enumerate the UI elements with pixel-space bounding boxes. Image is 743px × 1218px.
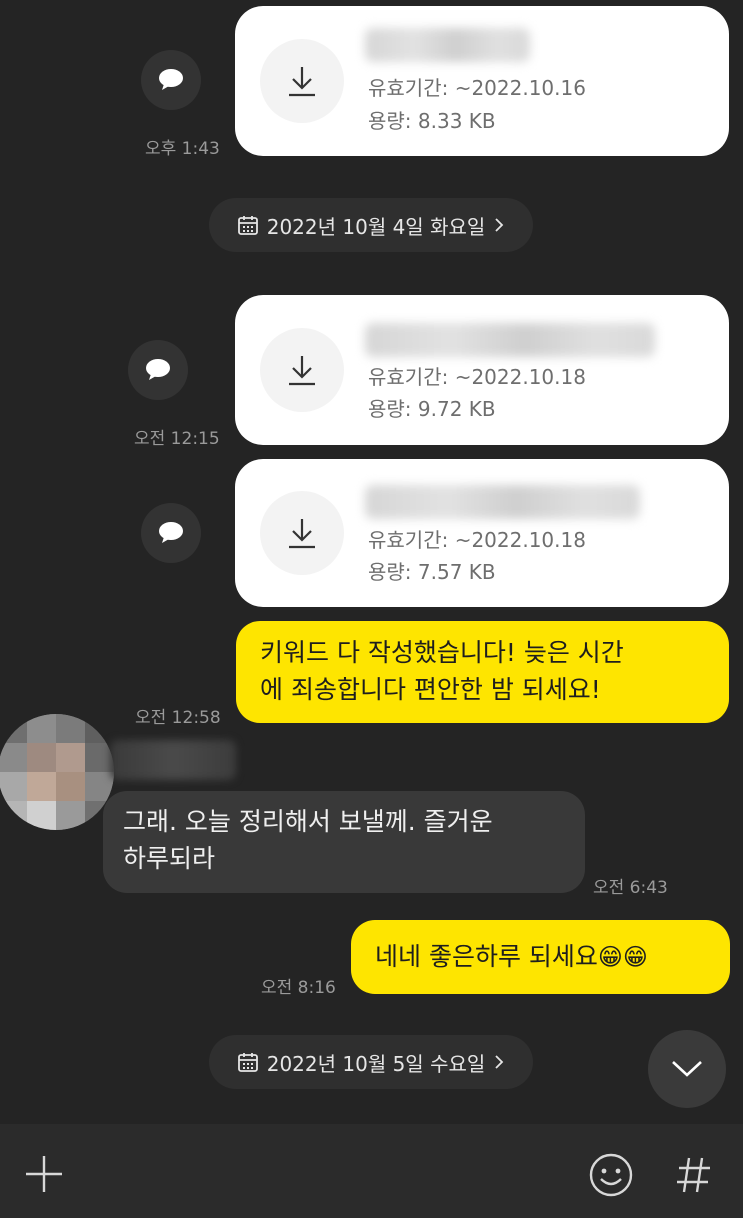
- file-message-card[interactable]: 유효기간: ~2022.10.18 용량: 7.57 KB: [235, 459, 729, 607]
- scroll-to-bottom-button[interactable]: [648, 1030, 726, 1108]
- message-line: 키워드 다 작성했습니다! 늦은 시간: [260, 638, 624, 667]
- message-line: 하루되라: [123, 844, 216, 873]
- message-time: 오전 6:43: [593, 878, 668, 898]
- input-bar: [0, 1124, 743, 1218]
- share-button[interactable]: [141, 503, 201, 563]
- sender-name-redacted: [110, 740, 236, 780]
- hashtag-button[interactable]: [674, 1154, 714, 1196]
- message-time: 오전 12:15: [134, 429, 220, 449]
- date-text: 2022년 10월 4일 화요일: [266, 214, 486, 239]
- calendar-icon: [237, 216, 258, 235]
- hashtag-icon: [677, 1157, 710, 1193]
- message-text: 네네 좋은하루 되세요: [375, 942, 598, 971]
- chevron-right-icon: [495, 218, 504, 232]
- download-icon: [289, 67, 315, 97]
- emoji: 😁😁: [597, 943, 648, 971]
- avatar-mosaic: [0, 714, 114, 830]
- download-button[interactable]: [260, 491, 344, 575]
- file-size: 용량: 9.72 KB: [368, 397, 496, 421]
- message-line: 에 죄송합니다 편안한 밤 되세요!: [260, 675, 601, 704]
- file-message-card[interactable]: 유효기간: ~2022.10.18 용량: 9.72 KB: [235, 295, 729, 445]
- date-divider[interactable]: 2022년 10월 5일 수요일: [209, 1035, 533, 1089]
- file-name-redacted: [365, 485, 640, 519]
- file-size: 용량: 7.57 KB: [368, 560, 496, 584]
- download-icon: [289, 356, 315, 386]
- file-expiry: 유효기간: ~2022.10.16: [368, 76, 586, 100]
- download-button[interactable]: [260, 39, 344, 123]
- smiley-icon: [589, 1153, 633, 1197]
- message-time: 오전 12:58: [135, 708, 221, 728]
- add-button[interactable]: [22, 1152, 66, 1196]
- share-button[interactable]: [141, 50, 201, 110]
- date-text: 2022년 10월 5일 수요일: [266, 1051, 486, 1076]
- speech-bubble-icon: [146, 359, 170, 380]
- download-button[interactable]: [260, 328, 344, 412]
- file-expiry: 유효기간: ~2022.10.18: [368, 365, 586, 389]
- chevron-right-icon: [495, 1055, 504, 1069]
- file-size: 용량: 8.33 KB: [368, 109, 496, 133]
- chevron-down-icon: [672, 1061, 702, 1077]
- calendar-icon: [237, 1053, 258, 1072]
- share-button[interactable]: [128, 340, 188, 400]
- message-time: 오전 8:16: [261, 978, 336, 998]
- avatar[interactable]: [0, 714, 114, 830]
- message-line: 그래. 오늘 정리해서 보낼께. 즐거운: [123, 807, 493, 836]
- speech-bubble-icon: [159, 522, 183, 543]
- file-message-card[interactable]: 유효기간: ~2022.10.16 용량: 8.33 KB: [235, 6, 729, 156]
- file-expiry: 유효기간: ~2022.10.18: [368, 528, 586, 552]
- sent-message-bubble[interactable]: 네네 좋은하루 되세요😁😁: [351, 920, 730, 994]
- download-icon: [289, 519, 315, 549]
- received-message-bubble[interactable]: 그래. 오늘 정리해서 보낼께. 즐거운 하루되라: [103, 791, 585, 893]
- speech-bubble-icon: [159, 69, 183, 90]
- plus-icon: [26, 1156, 62, 1192]
- sent-message-bubble[interactable]: 키워드 다 작성했습니다! 늦은 시간 에 죄송합니다 편안한 밤 되세요!: [236, 621, 729, 723]
- file-name-redacted: [365, 28, 530, 62]
- date-divider[interactable]: 2022년 10월 4일 화요일: [209, 198, 533, 252]
- file-name-redacted: [365, 323, 655, 357]
- message-time: 오후 1:43: [145, 139, 220, 159]
- emoji-button[interactable]: [588, 1152, 634, 1198]
